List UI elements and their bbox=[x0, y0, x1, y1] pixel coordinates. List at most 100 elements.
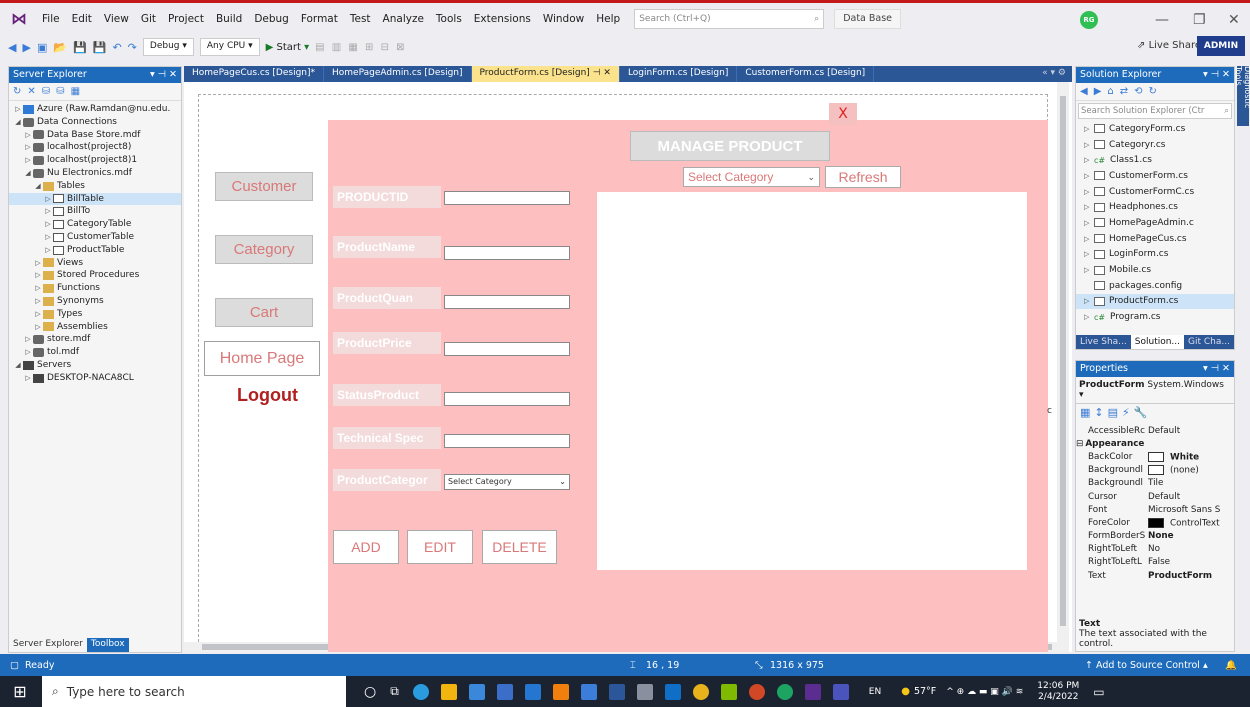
alignment-tools-icon[interactable]: ▤ ▥ ▦ ⊞ ⊟ ⊠ bbox=[315, 42, 406, 53]
property-value[interactable]: White bbox=[1148, 451, 1234, 462]
menu-item-extensions[interactable]: Extensions bbox=[468, 13, 537, 25]
tree-item[interactable]: ▷ DESKTOP-NACA8CL bbox=[9, 372, 181, 385]
properties-icon[interactable]: ▤ bbox=[1108, 406, 1118, 422]
tree-item[interactable]: ▷ ProductTable bbox=[9, 244, 181, 257]
expand-arrow-icon[interactable]: ▷ bbox=[1084, 125, 1094, 133]
edge-icon[interactable] bbox=[412, 683, 429, 700]
back-icon[interactable]: ◀ bbox=[8, 41, 16, 54]
document-tab[interactable]: ProductForm.cs [Design] ⊣ ✕ bbox=[471, 66, 620, 82]
tree-item[interactable]: ▷ store.mdf bbox=[9, 333, 181, 346]
store-icon[interactable] bbox=[440, 683, 457, 700]
tree-item[interactable]: ◢ Tables bbox=[9, 180, 181, 193]
clock[interactable]: 12:06 PM 2/4/2022 bbox=[1037, 681, 1079, 703]
expand-arrow-icon[interactable]: ▷ bbox=[1084, 172, 1094, 180]
platform-select[interactable]: Any CPU ▾ bbox=[199, 38, 260, 56]
property-row[interactable]: AccessibleRc Default bbox=[1076, 424, 1234, 437]
chrome-profile-icon[interactable] bbox=[776, 683, 793, 700]
category-filter-select[interactable]: Select Category ⌄ bbox=[683, 167, 820, 187]
home-icon[interactable]: ⌂ bbox=[1107, 86, 1113, 97]
tab-solution-explorer[interactable]: Solution... bbox=[1130, 335, 1185, 349]
expand-arrow-icon[interactable]: ▷ bbox=[43, 231, 53, 244]
menu-item-edit[interactable]: Edit bbox=[66, 13, 98, 25]
back-icon[interactable]: ◀ bbox=[1080, 86, 1088, 97]
connect-azure-icon[interactable]: ▦ bbox=[71, 86, 80, 97]
property-row[interactable]: ForeColor ControlText bbox=[1076, 516, 1234, 529]
menu-item-tools[interactable]: Tools bbox=[430, 13, 468, 25]
solution-item[interactable]: ▷ ProductForm.cs bbox=[1076, 293, 1234, 310]
taskbar-search-input[interactable]: ⌕ Type here to search bbox=[42, 676, 346, 707]
undo-icon[interactable]: ↶ bbox=[112, 41, 121, 54]
chrome-icon[interactable] bbox=[692, 683, 709, 700]
solution-item[interactable]: ▷ LoginForm.cs bbox=[1076, 247, 1234, 263]
pane-close-icon[interactable]: ▾ ⊣ ✕ bbox=[1203, 69, 1230, 81]
statusproduct-input[interactable] bbox=[444, 392, 570, 406]
tree-item[interactable]: ▷ tol.mdf bbox=[9, 346, 181, 359]
property-row[interactable]: Cursor Default bbox=[1076, 490, 1234, 503]
property-value[interactable]: Default bbox=[1148, 426, 1234, 436]
tree-item[interactable]: ◢ Nu Electronics.mdf bbox=[9, 167, 181, 180]
solution-item[interactable]: ▷ c# Program.cs bbox=[1076, 309, 1234, 325]
expand-arrow-icon[interactable]: ◢ bbox=[23, 167, 33, 180]
live-share-button[interactable]: ⇗ Live Share bbox=[1137, 40, 1201, 51]
file-explorer-icon[interactable] bbox=[468, 683, 485, 700]
solution-item[interactable]: ▷ Categoryr.cs bbox=[1076, 137, 1234, 153]
system-tray-icons[interactable]: ^ ⊕ ☁ ▬ ▣ 🔊 ≋ bbox=[946, 687, 1023, 697]
expand-arrow-icon[interactable]: ▷ bbox=[23, 333, 33, 346]
document-tab[interactable]: LoginForm.cs [Design] bbox=[620, 66, 738, 82]
expand-arrow-icon[interactable]: ▷ bbox=[43, 218, 53, 231]
tree-item[interactable]: ▷ CategoryTable bbox=[9, 218, 181, 231]
games-icon[interactable] bbox=[720, 683, 737, 700]
menu-item-debug[interactable]: Debug bbox=[248, 13, 295, 25]
property-value[interactable]: Microsoft Sans S bbox=[1148, 505, 1234, 515]
tab-overflow-icon[interactable]: « ▾ ⚙ bbox=[1036, 66, 1072, 82]
refresh-button[interactable]: Refresh bbox=[825, 166, 901, 188]
teams-icon[interactable] bbox=[832, 683, 849, 700]
word-icon[interactable] bbox=[608, 683, 625, 700]
expand-arrow-icon[interactable]: ▷ bbox=[33, 257, 43, 270]
collapse-icon[interactable]: ⊟ bbox=[1076, 439, 1083, 449]
language-indicator[interactable]: EN bbox=[869, 687, 881, 697]
menu-item-project[interactable]: Project bbox=[162, 13, 210, 25]
property-value[interactable]: (none) bbox=[1148, 464, 1234, 475]
events-icon[interactable]: ⚡ bbox=[1122, 406, 1130, 422]
avatar[interactable]: RG bbox=[1080, 11, 1098, 29]
property-row[interactable]: BackColor White bbox=[1076, 450, 1234, 463]
productid-input[interactable] bbox=[444, 191, 570, 205]
connect-database-icon[interactable]: ⛁ bbox=[42, 86, 50, 97]
visual-studio-icon[interactable] bbox=[804, 683, 821, 700]
menu-item-git[interactable]: Git bbox=[135, 13, 162, 25]
solution-item[interactable]: packages.config bbox=[1076, 278, 1234, 294]
logout-link[interactable]: Logout bbox=[237, 385, 298, 406]
expand-arrow-icon[interactable]: ▷ bbox=[1084, 266, 1094, 274]
expand-arrow-icon[interactable]: ▷ bbox=[13, 103, 23, 116]
expand-arrow-icon[interactable]: ▷ bbox=[1084, 235, 1094, 243]
property-value[interactable]: ControlText bbox=[1148, 517, 1234, 528]
tree-item[interactable]: ▷ localhost(project8) bbox=[9, 141, 181, 154]
expand-arrow-icon[interactable]: ▷ bbox=[1084, 188, 1094, 196]
menu-item-help[interactable]: Help bbox=[590, 13, 626, 25]
menu-item-file[interactable]: File bbox=[36, 13, 66, 25]
menu-item-test[interactable]: Test bbox=[344, 13, 377, 25]
menu-item-build[interactable]: Build bbox=[210, 13, 248, 25]
solution-item[interactable]: ▷ HomePageAdmin.c bbox=[1076, 215, 1234, 231]
expand-arrow-icon[interactable]: ▷ bbox=[1084, 313, 1094, 321]
document-tab[interactable]: HomePageAdmin.cs [Design] bbox=[324, 66, 472, 82]
form-close-button[interactable]: X bbox=[829, 103, 857, 125]
cortana-icon[interactable]: ○ bbox=[364, 684, 376, 700]
notifications-icon[interactable]: ▭ bbox=[1093, 685, 1104, 699]
minimize-icon[interactable]: — bbox=[1155, 12, 1169, 28]
property-row[interactable]: Text ProductForm bbox=[1076, 569, 1234, 582]
pane-close-icon[interactable]: ▾ ⊣ ✕ bbox=[1203, 363, 1230, 375]
property-value[interactable]: Default bbox=[1148, 492, 1234, 502]
close-icon[interactable]: ✕ bbox=[1228, 12, 1240, 28]
solution-item[interactable]: ▷ CustomerForm.cs bbox=[1076, 168, 1234, 184]
start-button[interactable]: ▶ Start ▾ bbox=[266, 42, 310, 53]
redo-icon[interactable]: ↷ bbox=[128, 41, 137, 54]
delete-button[interactable]: DELETE bbox=[482, 530, 557, 564]
tree-item[interactable]: ▷ Data Base Store.mdf bbox=[9, 129, 181, 142]
tree-item[interactable]: ▷ Stored Procedures bbox=[9, 269, 181, 282]
expand-arrow-icon[interactable]: ▷ bbox=[23, 372, 33, 385]
document-tab[interactable]: CustomerForm.cs [Design] bbox=[737, 66, 875, 82]
property-value[interactable]: Tile bbox=[1148, 478, 1234, 488]
product-data-grid[interactable] bbox=[597, 192, 1027, 570]
